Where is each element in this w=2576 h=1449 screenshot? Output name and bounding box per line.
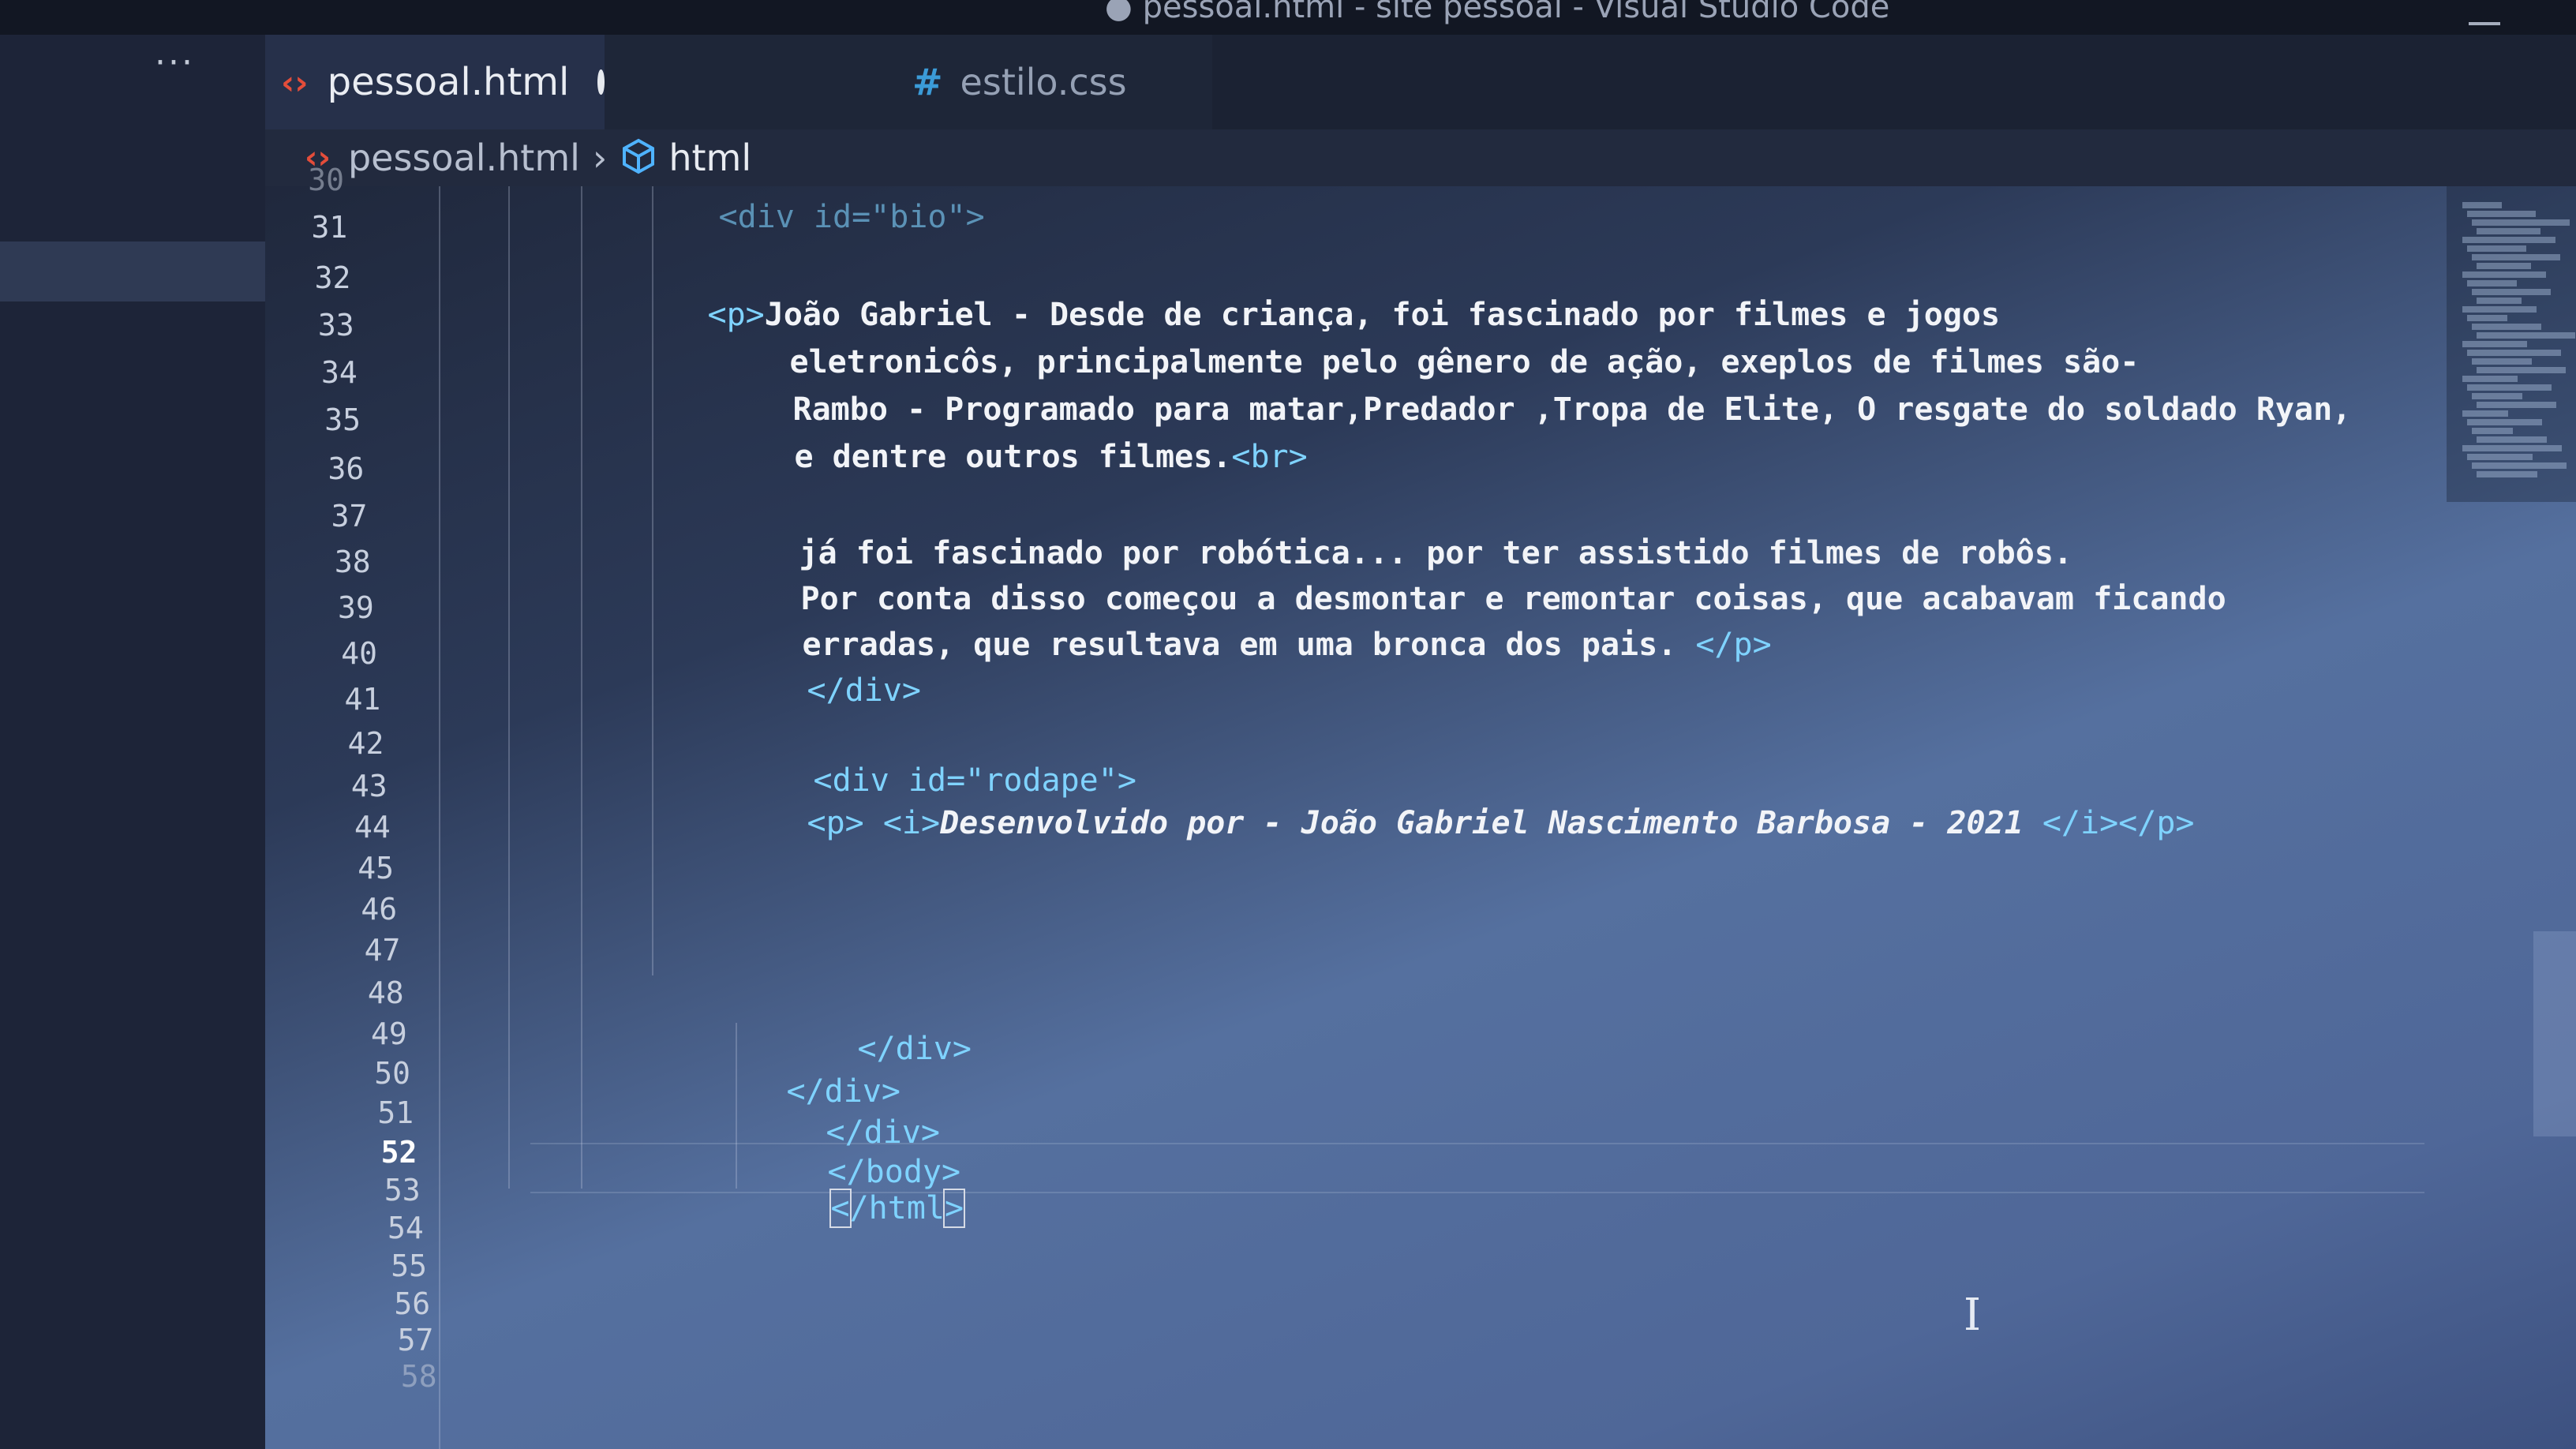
minimap-line bbox=[2477, 228, 2540, 234]
tab-pessoal-html[interactable]: ‹› pessoal.html bbox=[265, 35, 605, 129]
line-number: 57 bbox=[397, 1323, 434, 1357]
line-number: 51 bbox=[377, 1095, 414, 1130]
minimap-line bbox=[2462, 202, 2502, 208]
line-number: 58 bbox=[400, 1359, 437, 1394]
minimize-button[interactable] bbox=[2469, 22, 2500, 25]
minimap-line bbox=[2467, 454, 2533, 460]
line-number: 45 bbox=[358, 851, 394, 886]
minimap-line bbox=[2472, 358, 2532, 365]
minimap-line bbox=[2472, 462, 2567, 469]
minimap-line bbox=[2462, 445, 2562, 451]
minimap-line bbox=[2467, 384, 2552, 391]
line-number: 38 bbox=[334, 545, 371, 579]
minimap-line bbox=[2467, 419, 2542, 425]
vertical-scrollbar-thumb[interactable] bbox=[2533, 931, 2576, 1136]
breadcrumb-file[interactable]: pessoal.html bbox=[348, 137, 580, 179]
code-line-30: <div id="bio"> bbox=[718, 199, 985, 235]
line-number: 46 bbox=[361, 892, 398, 927]
matched-bracket: < bbox=[829, 1189, 852, 1228]
minimap-line bbox=[2472, 254, 2560, 260]
line-number: 39 bbox=[338, 590, 374, 625]
unsaved-dot-icon[interactable] bbox=[597, 69, 605, 95]
minimap-line bbox=[2472, 393, 2522, 399]
minimap-line bbox=[2467, 211, 2536, 217]
minimap-line bbox=[2472, 219, 2570, 226]
line-number-gutter: 30 31 32 33 34 35 36 37 38 39 40 41 42 43 44 45 46 47 48 49… bbox=[265, 163, 518, 1449]
css-file-icon: # bbox=[912, 61, 943, 103]
tab-estilo-css[interactable]: # estilo.css bbox=[605, 35, 1212, 129]
line-number: 48 bbox=[367, 975, 404, 1010]
line-number: 34 bbox=[321, 355, 358, 390]
html-file-icon: ‹› bbox=[281, 62, 309, 102]
indent-guide bbox=[508, 186, 510, 1189]
line-number: 31 bbox=[311, 210, 348, 245]
line-number: 54 bbox=[388, 1211, 424, 1245]
editor-tab-bar: ··· ‹› pessoal.html # estilo.css bbox=[155, 35, 2576, 129]
code-line-35: e dentre outros filmes.<br> bbox=[794, 439, 1308, 475]
line-number: 56 bbox=[394, 1286, 431, 1321]
line-number: 43 bbox=[350, 769, 388, 803]
line-number: 33 bbox=[317, 308, 354, 343]
explorer-sidebar bbox=[0, 35, 265, 1449]
indent-guide bbox=[581, 186, 582, 1189]
line-number: 55 bbox=[391, 1249, 427, 1283]
title-bar: ● pessoal.html - site pessoal - Visual S… bbox=[0, 0, 2576, 35]
minimap-line bbox=[2477, 367, 2566, 373]
minimap-line bbox=[2472, 324, 2541, 330]
matched-bracket: > bbox=[943, 1189, 966, 1228]
minimap-line bbox=[2477, 332, 2575, 339]
minimap-line bbox=[2477, 402, 2556, 408]
line-number: 53 bbox=[384, 1173, 421, 1208]
minimap-line bbox=[2467, 245, 2526, 252]
line-number: 44 bbox=[354, 810, 391, 844]
line-number: 30 bbox=[308, 163, 344, 197]
line-number: 36 bbox=[328, 451, 365, 486]
minimap-line bbox=[2472, 289, 2551, 295]
line-number: 42 bbox=[347, 726, 384, 761]
minimap-line bbox=[2462, 341, 2527, 347]
indent-guide bbox=[439, 186, 440, 1449]
more-actions-icon[interactable]: ··· bbox=[155, 43, 195, 83]
line-number: 32 bbox=[314, 260, 351, 295]
line-number: 47 bbox=[364, 933, 401, 968]
line-number: 52 bbox=[380, 1135, 417, 1170]
minimap-line bbox=[2462, 376, 2518, 382]
code-editor[interactable]: <div id="bio"> <p>João Gabriel - Desde d… bbox=[439, 186, 2538, 1449]
line-number: 49 bbox=[371, 1017, 407, 1051]
line-number: 50 bbox=[374, 1056, 410, 1091]
minimap-line bbox=[2462, 306, 2537, 313]
minimap-line bbox=[2477, 298, 2522, 304]
mouse-ibeam-cursor-icon: I bbox=[1964, 1290, 1982, 1341]
line-number: 41 bbox=[344, 682, 381, 717]
tab-label: estilo.css bbox=[960, 61, 1127, 103]
code-line-43: <p> <i>Desenvolvido por - João Gabriel N… bbox=[807, 805, 2195, 841]
minimap-line bbox=[2477, 436, 2547, 443]
window-title: ● pessoal.html - site pessoal - Visual S… bbox=[1105, 0, 1890, 25]
minimap-line bbox=[2462, 271, 2546, 278]
minimap[interactable] bbox=[2447, 186, 2576, 502]
minimap-line bbox=[2462, 237, 2555, 243]
minimap-line bbox=[2467, 315, 2507, 321]
minimap-line bbox=[2477, 263, 2531, 269]
minimap-line bbox=[2477, 471, 2537, 477]
minimap-line bbox=[2467, 280, 2517, 286]
line-number: 40 bbox=[341, 636, 377, 671]
minimap-line bbox=[2472, 428, 2513, 434]
line-number: 37 bbox=[331, 499, 368, 534]
tab-label: pessoal.html bbox=[327, 60, 570, 104]
minimap-line bbox=[2462, 410, 2508, 417]
vscode-window: ● pessoal.html - site pessoal - Visual S… bbox=[0, 0, 2576, 1449]
minimap-line bbox=[2467, 350, 2561, 356]
code-line-52: </html> bbox=[829, 1189, 966, 1228]
line-number: 35 bbox=[324, 402, 361, 437]
